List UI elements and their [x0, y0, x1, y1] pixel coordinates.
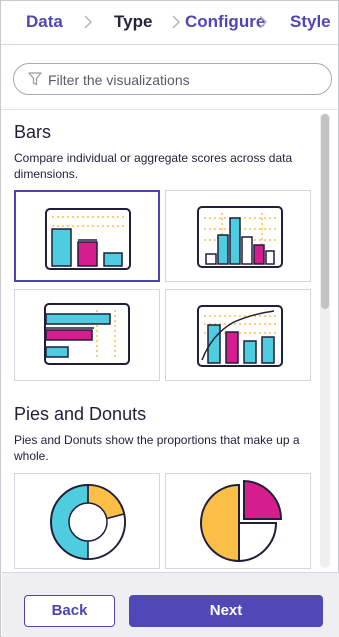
bar-chart-icon: [45, 208, 131, 270]
tab-configure[interactable]: Configure: [185, 12, 265, 32]
bar-line-chart-option[interactable]: [165, 289, 311, 381]
horizontal-bar-chart-option[interactable]: [14, 289, 160, 381]
visualization-wizard-panel: Data Type Configure Style Bars Compare i…: [0, 0, 339, 637]
wizard-steps: Data Type Configure Style: [1, 1, 339, 45]
tab-type[interactable]: Type: [114, 12, 152, 32]
search-input[interactable]: [48, 69, 318, 91]
wizard-footer: Back Next: [2, 572, 339, 637]
visualization-search[interactable]: [13, 63, 332, 95]
tab-style[interactable]: Style: [290, 12, 331, 32]
filter-icon: [28, 72, 42, 86]
horizontal-bar-chart-icon: [44, 303, 130, 365]
pie-chart-option[interactable]: [165, 473, 311, 569]
chevron-right-icon: [258, 13, 268, 31]
histogram-option[interactable]: [165, 190, 311, 282]
chevron-right-icon: [171, 13, 181, 31]
section-description-pies-and-donuts: Pies and Donuts show the proportions tha…: [14, 433, 300, 463]
bar-line-chart-icon: [197, 305, 283, 367]
histogram-icon: [197, 206, 283, 268]
section-description-bars: Compare individual or aggregate scores a…: [14, 151, 293, 181]
pie-chart-icon: [200, 479, 283, 563]
donut-chart-option[interactable]: [14, 473, 160, 569]
section-title-pies-and-donuts: Pies and Donuts: [14, 404, 147, 424]
next-button[interactable]: Next: [129, 595, 323, 627]
back-button[interactable]: Back: [24, 595, 115, 627]
tab-data[interactable]: Data: [26, 12, 63, 32]
scrollbar-thumb[interactable]: [321, 114, 329, 309]
bar-chart-option[interactable]: [14, 190, 160, 282]
donut-chart-icon: [50, 484, 126, 560]
chevron-right-icon: [83, 13, 93, 31]
section-title-bars: Bars: [14, 122, 52, 142]
